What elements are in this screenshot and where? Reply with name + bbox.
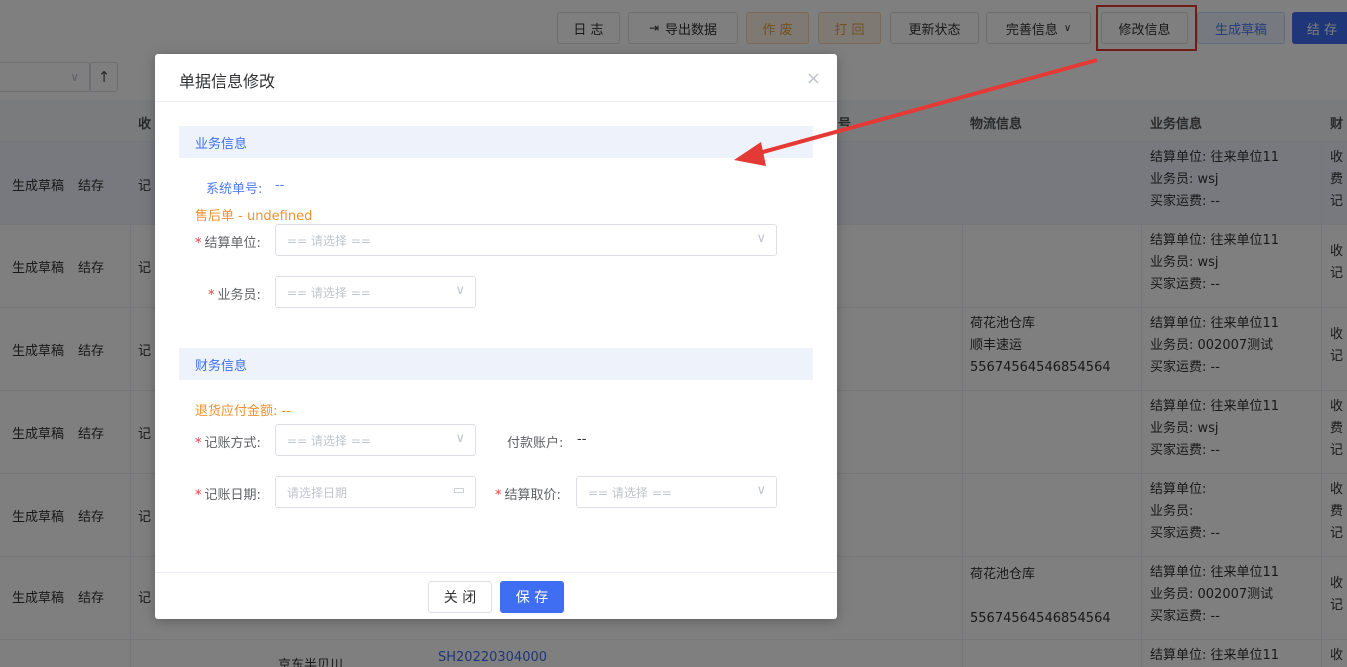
system-no-value: -- bbox=[275, 178, 285, 193]
close-button[interactable]: 关 闭 bbox=[428, 581, 492, 613]
required-mark: * bbox=[195, 488, 202, 503]
account-date-picker[interactable]: 请选择日期 ▭ bbox=[275, 476, 476, 508]
account-method-label-text: 记账方式: bbox=[204, 436, 261, 451]
chevron-down-icon: ∨ bbox=[756, 231, 766, 246]
placeholder: == 请选择 == bbox=[287, 286, 371, 300]
system-no-label: 系统单号: bbox=[206, 182, 263, 197]
required-mark: * bbox=[195, 236, 202, 251]
refund-amount-text: 退货应付金额: -- bbox=[195, 404, 291, 419]
required-mark: * bbox=[495, 488, 502, 503]
salesman-label: * 业务员: bbox=[208, 284, 261, 303]
divider bbox=[155, 101, 837, 102]
settle-unit-label: * 结算单位: bbox=[195, 232, 261, 251]
pay-account-value: -- bbox=[577, 432, 587, 447]
calendar-icon: ▭ bbox=[452, 483, 465, 498]
placeholder: == 请选择 == bbox=[287, 434, 371, 448]
settle-unit-label-text: 结算单位: bbox=[204, 236, 261, 251]
pay-account-label: 付款账户: bbox=[507, 436, 564, 451]
dialog-title: 单据信息修改 bbox=[179, 72, 276, 91]
required-mark: * bbox=[195, 436, 202, 451]
chevron-down-icon: ∨ bbox=[455, 431, 465, 446]
required-mark: * bbox=[208, 288, 215, 303]
aftersale-text: 售后单 - undefined bbox=[195, 209, 313, 224]
page: 日 志 ⇥导出数据 作 废 打 回 更新状态 完善信息∨ 修改信息 生成草稿 结… bbox=[0, 0, 1347, 667]
footer-divider bbox=[155, 572, 837, 573]
settle-price-label: * 结算取价: bbox=[495, 484, 561, 503]
salesman-select[interactable]: == 请选择 == ∨ bbox=[275, 276, 476, 308]
salesman-label-text: 业务员: bbox=[217, 288, 261, 303]
edit-info-dialog: 单据信息修改 × 业务信息 系统单号: -- 售后单 - undefined *… bbox=[155, 54, 837, 619]
settle-unit-select[interactable]: == 请选择 == ∨ bbox=[275, 224, 777, 256]
chevron-down-icon: ∨ bbox=[455, 283, 465, 298]
section-finance: 财务信息 bbox=[179, 348, 813, 380]
account-method-select[interactable]: == 请选择 == ∨ bbox=[275, 424, 476, 456]
placeholder: == 请选择 == bbox=[287, 234, 371, 248]
settle-price-select[interactable]: == 请选择 == ∨ bbox=[576, 476, 777, 508]
chevron-down-icon: ∨ bbox=[756, 483, 766, 498]
save-button[interactable]: 保 存 bbox=[500, 581, 564, 613]
account-date-label: * 记账日期: bbox=[195, 484, 261, 503]
section-business: 业务信息 bbox=[179, 126, 813, 158]
placeholder: == 请选择 == bbox=[588, 486, 672, 500]
account-method-label: * 记账方式: bbox=[195, 432, 261, 451]
settle-price-label-text: 结算取价: bbox=[504, 488, 561, 503]
placeholder: 请选择日期 bbox=[287, 486, 348, 500]
close-icon[interactable]: × bbox=[806, 68, 821, 89]
account-date-label-text: 记账日期: bbox=[204, 488, 261, 503]
